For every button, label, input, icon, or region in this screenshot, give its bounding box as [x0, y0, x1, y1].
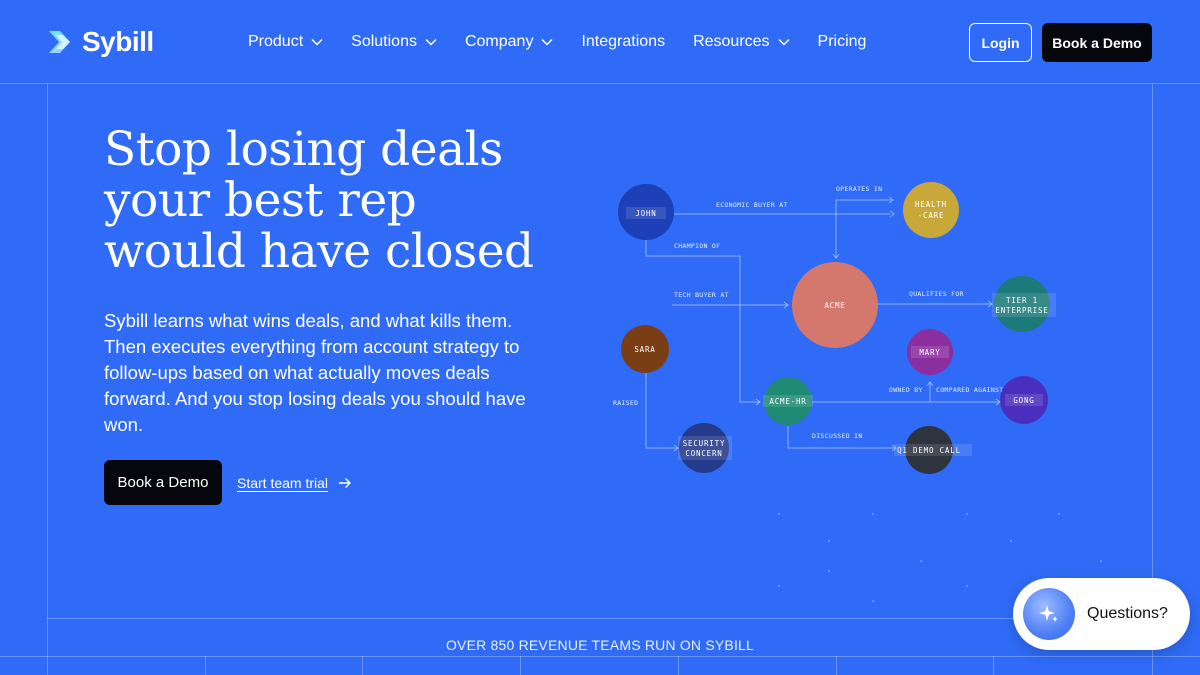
- arrow-right-icon: [339, 478, 352, 488]
- knowledge-graph-svg: ECONOMIC BUYER AT OPERATES IN CHAMPION O…: [613, 182, 1056, 474]
- logo-strip-divider: [993, 656, 994, 675]
- nav-item-pricing[interactable]: Pricing: [818, 33, 867, 51]
- nav-item-company[interactable]: Company: [465, 33, 553, 51]
- main-menu: Product Solutions Company Integrations R…: [248, 30, 894, 54]
- knowledge-graph: ECONOMIC BUYER AT OPERATES IN CHAMPION O…: [600, 170, 1080, 490]
- node-label: MARY: [919, 348, 940, 357]
- edge-label: CHAMPION OF: [674, 242, 720, 250]
- social-proof-banner: OVER 850 REVENUE TEAMS RUN ON SYBILL: [445, 637, 755, 653]
- nav-item-solutions[interactable]: Solutions: [351, 33, 437, 51]
- node-john: JOHN: [618, 184, 674, 240]
- chevron-down-icon: [778, 38, 790, 46]
- node-healthcare: HEALTH -CARE: [903, 182, 959, 238]
- nav-item-resources[interactable]: Resources: [693, 33, 790, 51]
- node-acme: ACME: [792, 262, 878, 348]
- node-security-concern: SECURITY CONCERN: [678, 423, 732, 473]
- node-tier1-enterprise: TIER 1 ENTERPRISE: [992, 276, 1056, 332]
- questions-chat-button[interactable]: Questions?: [1013, 578, 1190, 650]
- sybill-logo[interactable]: Sybill: [46, 26, 154, 58]
- node-label: SECURITY: [683, 439, 726, 448]
- logo-strip-divider: [836, 656, 837, 675]
- node-label: HEALTH: [915, 200, 947, 209]
- edge-champion-of: [645, 234, 760, 403]
- nav-item-label: Company: [464, 33, 534, 50]
- hero-title-line: Stop losing deals: [104, 122, 503, 177]
- edge-label: RAISED: [613, 399, 638, 407]
- logo-strip-divider: [362, 656, 363, 675]
- logo-strip-divider: [520, 656, 521, 675]
- logo-strip-divider: [678, 656, 679, 675]
- node-label: Q1 DEMO CALL: [897, 446, 961, 455]
- chevron-down-icon: [541, 38, 553, 46]
- edge-label: COMPARED AGAINST: [936, 386, 1003, 394]
- start-team-trial-link[interactable]: Start team trial: [237, 472, 352, 494]
- edge-raised: [645, 372, 678, 449]
- nav-item-product[interactable]: Product: [248, 33, 323, 51]
- node-label: ENTERPRISE: [995, 306, 1048, 315]
- nav-item-label: Product: [248, 33, 304, 50]
- edge-label: OPERATES IN: [836, 185, 882, 193]
- questions-label: Questions?: [1087, 605, 1168, 622]
- edge-label: TECH BUYER AT: [674, 291, 729, 299]
- hero-title-line: your best rep: [104, 173, 417, 228]
- chevron-down-icon: [425, 38, 437, 46]
- sparkle-icon: [1023, 588, 1075, 640]
- brand-name: Sybill: [82, 26, 154, 57]
- chevron-down-icon: [311, 38, 323, 46]
- frame-line-bottom: [47, 618, 1153, 619]
- logo-strip-divider: [205, 656, 206, 675]
- node-label: -CARE: [918, 211, 945, 220]
- arrowhead: [889, 210, 895, 218]
- node-label: CONCERN: [685, 449, 722, 458]
- node-label: JOHN: [635, 209, 656, 218]
- login-button[interactable]: Login: [969, 23, 1032, 62]
- nav-item-label: Resources: [693, 33, 770, 50]
- hero-book-demo-button[interactable]: Book a Demo: [104, 460, 222, 505]
- trial-link-label: Start team trial: [237, 475, 329, 491]
- frame-line-left: [47, 84, 48, 675]
- node-label: GONG: [1013, 396, 1034, 405]
- node-sara: SARA: [621, 325, 669, 373]
- hero-subtitle: Sybill learns what wins deals, and what …: [104, 310, 526, 435]
- book-demo-button[interactable]: Book a Demo: [1042, 23, 1152, 62]
- nav-item-label: Pricing: [817, 33, 867, 50]
- node-q1-demo-call: Q1 DEMO CALL: [894, 426, 972, 474]
- top-nav: Sybill Product Solutions Company Integra…: [0, 0, 1200, 84]
- node-label: ACME: [824, 301, 845, 310]
- edge-label: DISCUSSED IN: [812, 432, 863, 440]
- edge-operates-in: [835, 199, 892, 214]
- node-label: SARA: [634, 345, 655, 354]
- edge-label: OWNED BY: [889, 386, 923, 394]
- hero-title-line: would have closed: [104, 224, 534, 279]
- logo-strip-line: [0, 656, 1200, 657]
- nav-item-label: Solutions: [351, 33, 417, 50]
- node-acme-hr: ACME-HR: [763, 377, 813, 425]
- sybill-logo-icon: [49, 31, 70, 53]
- edge-label: ECONOMIC BUYER AT: [716, 201, 788, 209]
- edge-label: QUALIFIES FOR: [909, 290, 964, 298]
- node-mary: MARY: [907, 329, 953, 375]
- nav-item-integrations[interactable]: Integrations: [581, 33, 665, 51]
- node-label: TIER 1: [1006, 296, 1038, 305]
- nav-item-label: Integrations: [581, 33, 666, 50]
- hero-title: Stop losing deals your best rep would ha…: [104, 124, 574, 277]
- node-gong: GONG: [1000, 376, 1048, 424]
- node-label: ACME-HR: [769, 397, 806, 406]
